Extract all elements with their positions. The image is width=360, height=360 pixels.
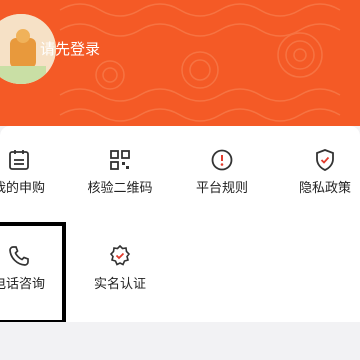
wave-pattern — [59, 3, 341, 122]
page-background — [0, 322, 360, 360]
service-my-purchase[interactable]: 我的申购 — [0, 148, 64, 196]
service-label: 隐私政策 — [298, 181, 351, 196]
verified-badge-icon — [109, 244, 131, 266]
selection-highlight — [0, 222, 66, 324]
service-label: 我的申购 — [0, 181, 45, 196]
service-privacy-policy[interactable]: 隐私政策 — [280, 148, 360, 196]
shield-check-icon — [316, 149, 334, 171]
service-label: 实名认证 — [93, 277, 146, 292]
service-real-name-auth[interactable]: 实名认证 — [75, 244, 165, 292]
calendar-icon — [9, 150, 29, 170]
service-verify-qr[interactable]: 核验二维码 — [75, 148, 165, 196]
login-prompt[interactable]: 请先登录 — [40, 38, 100, 59]
service-platform-rules[interactable]: 平台规则 — [177, 148, 267, 196]
profile-header: 请先登录 — [0, 0, 360, 126]
service-label: 核验二维码 — [87, 181, 153, 196]
qr-code-icon — [110, 150, 130, 170]
exclamation-icon — [211, 149, 233, 171]
service-label: 平台规则 — [195, 181, 248, 196]
